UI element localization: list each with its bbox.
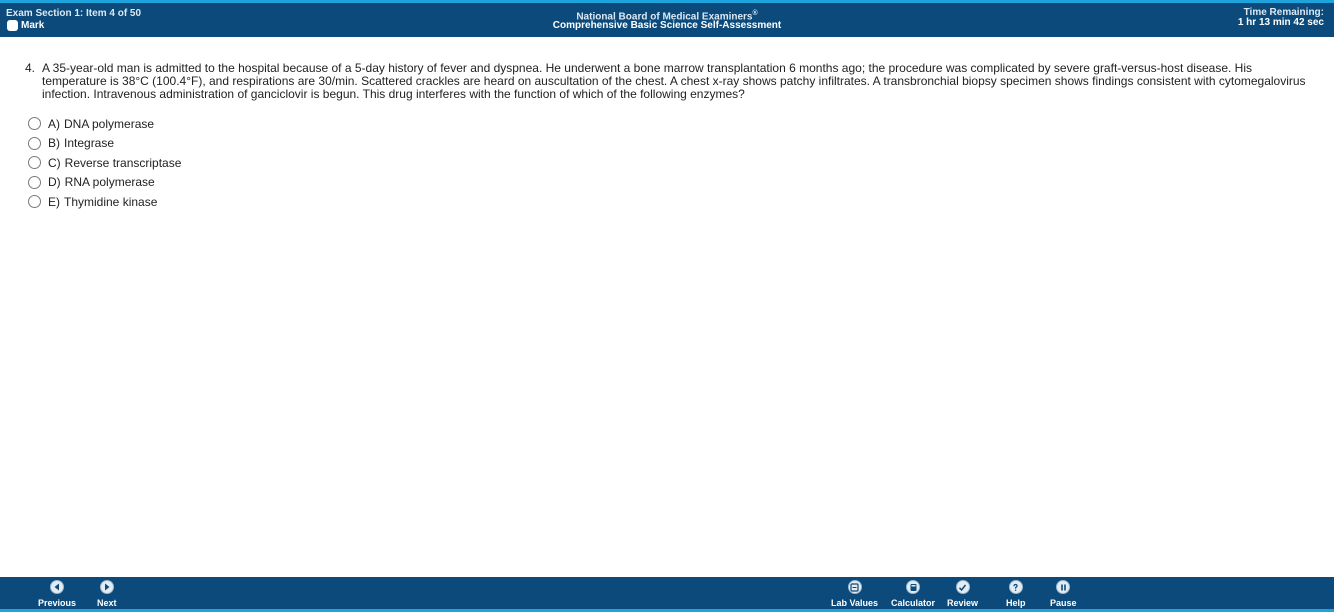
question-icon [1008,580,1023,594]
answer-option-d[interactable]: D) RNA polymerase [28,173,181,193]
radio-button-b[interactable] [28,136,41,150]
exam-name: Comprehensive Basic Science Self-Assessm… [552,20,782,32]
pause-icon [1056,580,1071,594]
chevron-right-icon [99,580,114,594]
option-text: Reverse transcriptase [64,155,182,170]
previous-label: Previous [38,598,77,608]
pause-button[interactable]: Pause [1050,580,1077,608]
timer-block: Time Remaining: 1 hr 13 min 42 sec [1238,8,1324,28]
option-text: Thymidine kinase [64,194,158,209]
option-letter: E) [48,194,60,209]
previous-button[interactable]: Previous [38,580,76,608]
radio-button-e[interactable] [28,195,41,209]
answer-option-c[interactable]: C) Reverse transcriptase [28,153,181,173]
option-text: RNA polymerase [64,175,155,190]
question-text: A 35-year-old man is admitted to the hos… [42,61,1306,101]
calculator-label: Calculator [891,598,936,608]
review-label: Review [947,598,979,608]
radio-button-c[interactable] [28,156,41,170]
question-number: 4. [25,61,36,75]
chevron-left-icon [50,580,65,594]
header-bar: Exam Section 1: Item 4 of 50 Mark Nation… [0,0,1334,37]
answer-options: A) DNA polymerase B) Integrase C) Revers… [28,114,181,212]
lab-values-label: Lab Values [831,598,879,608]
lab-values-button[interactable]: Lab Values [831,580,878,608]
next-label: Next [97,598,117,608]
option-letter: D) [48,175,61,190]
option-text: Integrase [64,136,115,151]
checkmark-icon [955,580,970,594]
radio-button-d[interactable] [28,175,41,189]
answer-option-e[interactable]: E) Thymidine kinase [28,192,181,212]
help-button[interactable]: Help [1006,580,1026,608]
option-letter: C) [48,155,61,170]
footer-bar: Previous Next Lab Values Calculator Revi [0,577,1334,612]
answer-option-b[interactable]: B) Integrase [28,134,181,154]
help-label: Help [1006,598,1026,608]
review-button[interactable]: Review [947,580,978,608]
question-stem: 4. A 35-year-old man is admitted to the … [25,62,1315,101]
option-text: DNA polymerase [64,116,155,131]
calculator-button[interactable]: Calculator [891,580,935,608]
exam-title-block: National Board of Medical Examiners® Com… [0,9,1334,32]
calculator-icon [906,580,920,594]
radio-button-a[interactable] [28,117,41,131]
exam-page: Exam Section 1: Item 4 of 50 Mark Nation… [0,0,1334,612]
pause-label: Pause [1050,598,1077,608]
option-letter: A) [48,116,60,131]
next-button[interactable]: Next [97,580,117,608]
answer-option-a[interactable]: A) DNA polymerase [28,114,181,134]
registered-mark: ® [752,10,758,17]
option-letter: B) [48,136,60,151]
flask-icon [847,580,862,594]
time-value: 1 hr 13 min 42 sec [1237,17,1324,28]
